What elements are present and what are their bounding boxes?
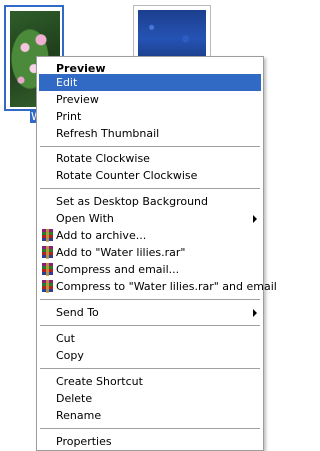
context-menu: Preview Edit Preview Print Refresh Thumb… <box>36 56 277 451</box>
menu-item-send-to[interactable]: Send To <box>39 304 261 321</box>
menu-item-open-with[interactable]: Open With <box>39 210 261 227</box>
menu-item-compress-to-rar-and-email[interactable]: Compress to "Water lilies.rar" and email <box>39 278 277 295</box>
menu-separator <box>40 299 260 300</box>
menu-separator <box>40 368 260 369</box>
menu-item-refresh-thumbnail[interactable]: Refresh Thumbnail <box>39 125 261 142</box>
menu-item-properties[interactable]: Properties <box>39 433 261 450</box>
winrar-icon <box>41 229 54 242</box>
menu-item-copy[interactable]: Copy <box>39 347 261 364</box>
winrar-icon <box>41 246 54 259</box>
menu-separator <box>40 146 260 147</box>
menu-separator <box>40 188 260 189</box>
menu-item-add-to-rar[interactable]: Add to "Water lilies.rar" <box>39 244 261 261</box>
menu-item-preview[interactable]: Preview <box>39 91 261 108</box>
menu-item-print[interactable]: Print <box>39 108 261 125</box>
menu-item-delete[interactable]: Delete <box>39 390 261 407</box>
submenu-arrow-icon <box>253 215 257 223</box>
winrar-icon <box>41 263 54 276</box>
menu-separator <box>40 428 260 429</box>
menu-item-cut[interactable]: Cut <box>39 330 261 347</box>
menu-item-create-shortcut[interactable]: Create Shortcut <box>39 373 261 390</box>
menu-item-rotate-clockwise[interactable]: Rotate Clockwise <box>39 150 261 167</box>
menu-item-add-to-archive[interactable]: Add to archive... <box>39 227 261 244</box>
menu-item-edit[interactable]: Edit <box>39 74 261 91</box>
menu-item-compress-and-email[interactable]: Compress and email... <box>39 261 261 278</box>
winrar-icon <box>41 280 54 293</box>
menu-item-set-desktop-background[interactable]: Set as Desktop Background <box>39 193 261 210</box>
menu-item-rename[interactable]: Rename <box>39 407 261 424</box>
menu-item-rotate-counter-clockwise[interactable]: Rotate Counter Clockwise <box>39 167 261 184</box>
submenu-arrow-icon <box>253 309 257 317</box>
menu-separator <box>40 325 260 326</box>
